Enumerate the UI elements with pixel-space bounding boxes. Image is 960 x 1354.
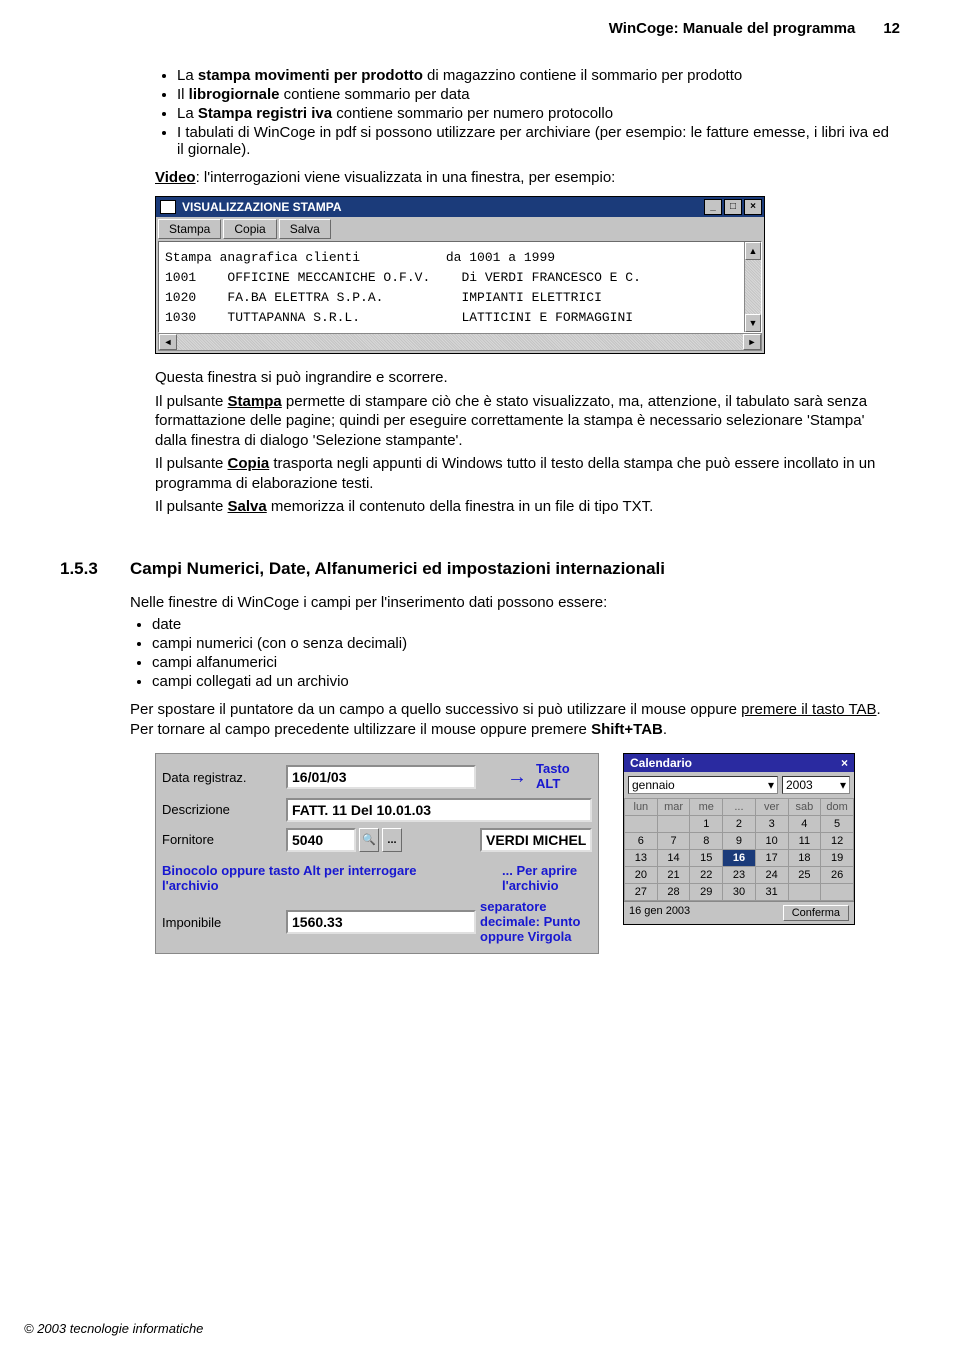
- page-footer: © 2003 tecnologie informatiche: [24, 1321, 203, 1336]
- alt-key-note: Tasto ALT: [536, 762, 592, 792]
- calendar-close-icon[interactable]: ×: [841, 756, 848, 770]
- copy-button[interactable]: Copia: [223, 219, 276, 239]
- calendar-popup: Calendario × gennaio▾ 2003▾ lunmarme...ve…: [623, 753, 855, 925]
- calendar-selected-date: 16 gen 2003: [629, 905, 690, 921]
- section-number: 1.5.3: [60, 559, 130, 579]
- maximize-button[interactable]: □: [724, 199, 742, 215]
- page-header: WinCoge: Manuale del programma 12: [60, 20, 900, 37]
- field-types-list: date campi numerici (con o senza decimal…: [130, 616, 890, 690]
- paragraph: Per spostare il puntatore da un campo a …: [130, 700, 890, 739]
- date-field[interactable]: [286, 765, 476, 789]
- window-toolbar: Stampa Copia Salva: [156, 217, 764, 241]
- paragraph: Il pulsante Salva memorizza il contenuto…: [155, 497, 890, 517]
- scroll-up-button[interactable]: ▲: [745, 242, 761, 260]
- scroll-left-button[interactable]: ◄: [159, 334, 177, 350]
- open-archive-button[interactable]: ...: [382, 828, 402, 852]
- open-archive-note: ... Per aprire l'archivio: [502, 864, 592, 894]
- decimal-separator-note: separatore decimale: Punto oppure Virgol…: [480, 900, 592, 945]
- horizontal-scrollbar[interactable]: ◄ ►: [158, 333, 762, 351]
- section-heading: 1.5.3 Campi Numerici, Date, Alfanumerici…: [60, 559, 900, 579]
- list-item: La stampa movimenti per prodotto di maga…: [177, 67, 890, 84]
- calendar-confirm-button[interactable]: Conferma: [783, 905, 849, 921]
- paragraph: Questa finestra si può ingrandire e scor…: [155, 368, 890, 388]
- calendar-title: Calendario: [630, 756, 692, 770]
- minimize-button[interactable]: _: [704, 199, 722, 215]
- doc-title: WinCoge: Manuale del programma: [609, 20, 856, 37]
- window-title: VISUALIZZAZIONE STAMPA: [182, 200, 342, 214]
- supplier-name-field[interactable]: [480, 828, 592, 852]
- list-item: La Stampa registri iva contiene sommario…: [177, 105, 890, 122]
- preview-text: Stampa anagrafica clienti da 1001 a 1999…: [159, 242, 744, 333]
- section-title: Campi Numerici, Date, Alfanumerici ed im…: [130, 559, 665, 579]
- list-item: I tabulati di WinCoge in pdf si possono …: [177, 124, 890, 158]
- page-number: 12: [883, 20, 900, 37]
- paragraph: Il pulsante Copia trasporta negli appunt…: [155, 454, 890, 493]
- list-item: date: [152, 616, 890, 633]
- preview-window: VISUALIZZAZIONE STAMPA _ □ × Stampa Copi…: [155, 196, 765, 355]
- list-item: Il librogiornale contiene sommario per d…: [177, 86, 890, 103]
- calendar-grid[interactable]: lunmarme...versabdom12345678910111213141…: [624, 798, 854, 901]
- paragraph: Nelle finestre di WinCoge i campi per l'…: [130, 593, 890, 613]
- supplier-label: Fornitore: [162, 832, 282, 847]
- binoculars-button[interactable]: 🔍: [359, 828, 379, 852]
- amount-label: Imponibile: [162, 915, 282, 930]
- window-titlebar: VISUALIZZAZIONE STAMPA _ □ ×: [156, 197, 764, 217]
- save-button[interactable]: Salva: [279, 219, 331, 239]
- paragraph: Il pulsante Stampa permette di stampare …: [155, 392, 890, 451]
- scroll-right-button[interactable]: ►: [743, 334, 761, 350]
- supplier-code-field[interactable]: [286, 828, 356, 852]
- amount-field[interactable]: [286, 910, 476, 934]
- description-label: Descrizione: [162, 802, 282, 817]
- description-field[interactable]: [286, 798, 592, 822]
- binoculars-note: Binocolo oppure tasto Alt per interrogar…: [162, 864, 476, 894]
- date-label: Data registraz.: [162, 770, 282, 785]
- window-icon: [160, 200, 176, 214]
- example-form: Data registraz. → Tasto ALT Descrizione …: [155, 753, 599, 954]
- close-button[interactable]: ×: [744, 199, 762, 215]
- vertical-scrollbar[interactable]: ▲ ▼: [744, 242, 761, 333]
- arrow-icon: →: [502, 766, 532, 789]
- list-item: campi collegati ad un archivio: [152, 673, 890, 690]
- list-item: campi numerici (con o senza decimali): [152, 635, 890, 652]
- top-bullet-list: La stampa movimenti per prodotto di maga…: [155, 67, 890, 158]
- month-select[interactable]: gennaio▾: [628, 776, 778, 794]
- video-line: Video: l'interrogazioni viene visualizza…: [155, 168, 890, 188]
- list-item: campi alfanumerici: [152, 654, 890, 671]
- year-select[interactable]: 2003▾: [782, 776, 850, 794]
- print-button[interactable]: Stampa: [158, 219, 221, 239]
- scroll-down-button[interactable]: ▼: [745, 314, 761, 332]
